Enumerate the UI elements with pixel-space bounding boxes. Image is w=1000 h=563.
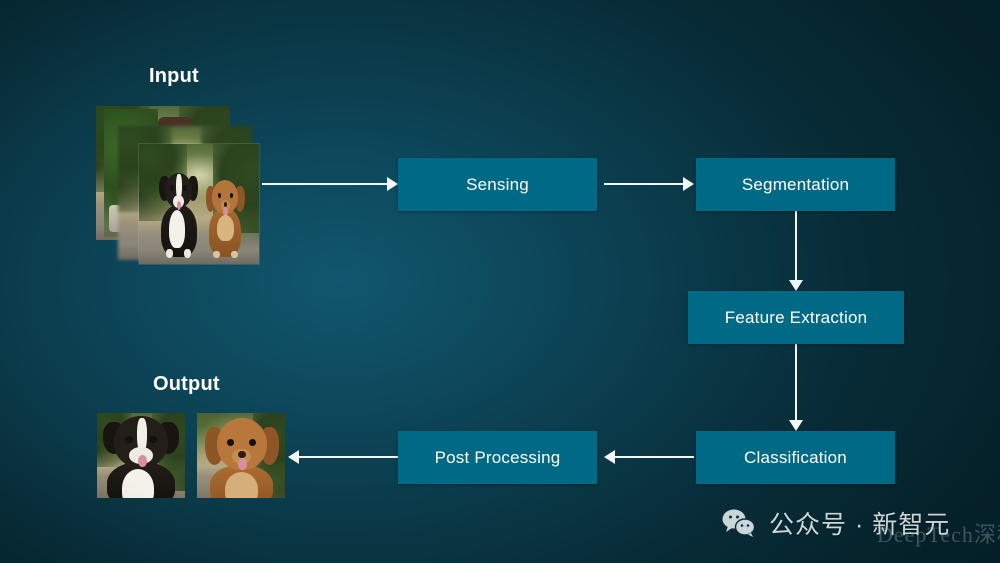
output-label: Output [153,373,220,395]
output-photo-2 [197,413,285,498]
photo-scene [197,413,285,498]
photo-scene [139,144,259,264]
process-box-sensing[interactable]: Sensing [398,158,597,211]
dog-eye-right [183,185,187,192]
process-box-label: Segmentation [741,174,850,194]
output-photo-1 [97,413,185,498]
dog-eye-right [149,435,157,443]
dog-tongue [138,455,147,467]
watermark: 公众号 · 新智元 DeepTech深科技 [722,505,1000,547]
dog-chest [121,469,155,498]
arrow-head [288,450,299,464]
process-box-post-processing[interactable]: Post Processing [398,431,597,484]
process-box-classification[interactable]: Classification [696,431,895,484]
dog-nose [238,451,246,458]
arrow-shaft [298,456,398,458]
arrow-head [683,177,694,191]
photo-scene [97,413,185,498]
wechat-icon [722,509,756,537]
process-box-label: Post Processing [434,447,561,467]
diagram-canvas: Input Sensing Segmentation Feature Extra… [0,0,1000,563]
arrow-input-to-sensing [262,176,398,192]
dog-chest [168,209,186,249]
dog-tongue [237,457,247,471]
dog-paw-right [183,249,191,259]
arrow-feature-extraction-to-classification [788,344,804,431]
arrow-post-processing-to-output [288,449,398,465]
watermark-text: 公众号 · 新智元 [769,511,951,539]
arrow-classification-to-post-processing [604,449,694,465]
arrow-head [789,420,803,431]
process-box-feature-extraction[interactable]: Feature Extraction [688,291,904,344]
dog-tongue [176,200,182,210]
arrow-head [789,280,803,291]
dog-tricolor [102,416,180,498]
dog-golden [206,180,245,259]
process-box-label: Sensing [466,174,529,194]
dog-eye-left [125,435,133,443]
dog-chest [216,215,234,242]
dog-golden [204,418,279,498]
process-box-label: Feature Extraction [724,307,868,327]
arrow-shaft [614,456,694,458]
arrow-shaft [262,183,388,185]
arrow-sensing-to-segmentation [604,176,694,192]
arrow-shaft [795,344,797,421]
input-photo-front [138,143,260,265]
dog-paw-right [230,250,238,259]
input-label: Input [149,65,199,87]
arrow-segmentation-to-feature-extraction [788,211,804,291]
dog-tricolor [158,172,199,259]
arrow-head [387,177,398,191]
arrow-shaft [604,183,684,185]
arrow-shaft [795,211,797,281]
process-box-segmentation[interactable]: Segmentation [696,158,895,211]
process-box-label: Classification [744,447,847,467]
arrow-head [604,450,615,464]
